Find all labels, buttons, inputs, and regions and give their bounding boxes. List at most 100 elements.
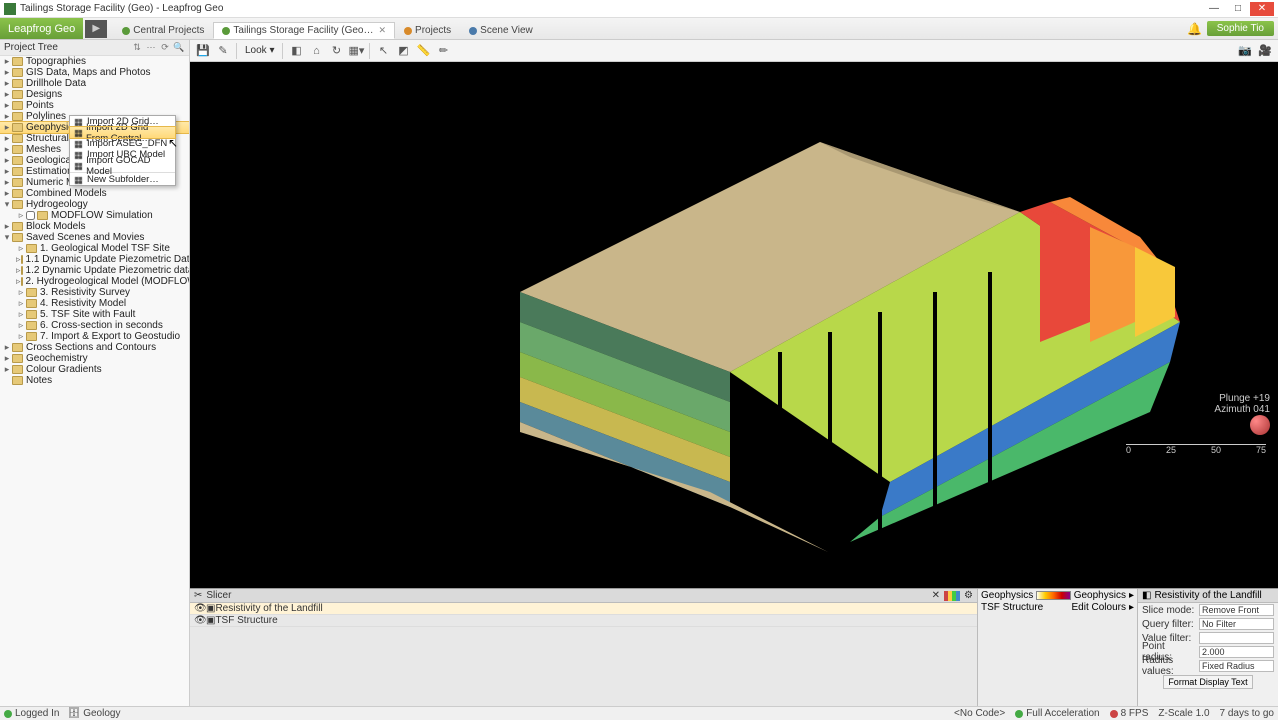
visibility-icon[interactable]: 👁 <box>194 603 206 614</box>
layer-icon: ▣ <box>206 603 215 614</box>
tree-tool-icon[interactable]: ⇅ <box>131 42 143 54</box>
slicer-icon[interactable]: ✂ <box>194 590 202 601</box>
rotate-icon[interactable]: ↻ <box>327 42 345 60</box>
tree-tool-icon[interactable]: ⋯ <box>145 42 157 54</box>
edit-colours-link[interactable]: Edit Colours <box>1072 602 1126 613</box>
tab-projects[interactable]: Projects <box>395 22 460 39</box>
close-icon[interactable]: ✕ <box>932 590 940 601</box>
tree-node[interactable]: ▸Points <box>0 100 189 111</box>
tree-node[interactable]: ▹4. Resistivity Model <box>0 298 189 309</box>
tree-node[interactable]: ▸Colour Gradients <box>0 364 189 375</box>
scale-tick: 50 <box>1211 445 1221 455</box>
plane-icon[interactable]: ◩ <box>394 42 412 60</box>
tree-node[interactable]: ▹2. Hydrogeological Model (MODFLOW) <box>0 276 189 287</box>
fps-label: 8 FPS <box>1121 708 1149 719</box>
tree-node[interactable]: ▹7. Import & Export to Geostudio <box>0 331 189 342</box>
save-icon[interactable]: 💾 <box>194 42 212 60</box>
pencil-icon[interactable]: ✏ <box>434 42 452 60</box>
colour-row[interactable]: TSF Structure Edit Colours ▸ <box>978 601 1137 613</box>
tree-node[interactable]: ▾Saved Scenes and Movies <box>0 232 189 243</box>
camera-icon[interactable]: 📷 <box>1236 42 1254 60</box>
tree-node[interactable]: ▸Geochemistry <box>0 353 189 364</box>
tab-close-icon[interactable]: ✕ <box>378 25 386 36</box>
tree-node[interactable]: Notes <box>0 375 189 386</box>
tree-node[interactable]: ▾Hydrogeology <box>0 199 189 210</box>
look-dropdown[interactable]: Look ▾ <box>241 45 278 56</box>
title-bar: Tailings Storage Facility (Geo) - Leapfr… <box>0 0 1278 18</box>
scene-row-label: Resistivity of the Landfill <box>215 603 322 614</box>
compass-ball-icon[interactable] <box>1250 415 1270 435</box>
ribbon-bar: Leapfrog Geo ▶ Central Projects Tailings… <box>0 18 1278 40</box>
chevron-icon[interactable]: ▸ <box>1129 590 1134 601</box>
brand-label[interactable]: Leapfrog Geo <box>0 18 83 39</box>
tab-central-projects[interactable]: Central Projects <box>113 22 213 39</box>
context-menu-item[interactable]: ▦Import GOCAD Model <box>70 160 175 171</box>
scene-row[interactable]: 👁 ▣ Resistivity of the Landfill <box>190 603 977 615</box>
tree-node[interactable]: ▸Designs <box>0 89 189 100</box>
db-icon: 🗄 <box>68 708 81 719</box>
cube-icon[interactable]: ◧ <box>287 42 305 60</box>
brush-icon[interactable]: ✎ <box>214 42 232 60</box>
prop-value[interactable]: Fixed Radius <box>1199 660 1274 672</box>
play-button[interactable]: ▶ <box>85 20 107 38</box>
prop-value[interactable]: Remove Front <box>1199 604 1274 616</box>
context-menu-item[interactable]: ▦Import 2D Grid From Central… <box>70 127 175 138</box>
tab-tailings[interactable]: Tailings Storage Facility (Geo…✕ <box>213 22 395 39</box>
palette-icon[interactable] <box>944 591 960 601</box>
context-menu: ▦Import 2D Grid…▦Import 2D Grid From Cen… <box>69 115 176 186</box>
days-label: 7 days to go <box>1220 708 1274 719</box>
grid-icon[interactable]: ▦▾ <box>347 42 365 60</box>
panel-header: Project Tree ⇅ ⋯ ⟳ 🔍 <box>0 40 189 56</box>
record-icon[interactable]: 🎥 <box>1256 42 1274 60</box>
cube-icon: ◧ <box>1142 590 1151 601</box>
tree-node[interactable]: ▸Drillhole Data <box>0 78 189 89</box>
scale-tick: 0 <box>1126 445 1131 455</box>
tree-node[interactable]: ▹6. Cross-section in seconds <box>0 320 189 331</box>
prop-value[interactable]: No Filter <box>1199 618 1274 630</box>
scale-bar: 0 25 50 75 <box>1126 444 1266 454</box>
3d-viewport[interactable]: Plunge +19 Azimuth 041 0 25 50 75 <box>190 62 1278 588</box>
maximize-button[interactable]: □ <box>1226 2 1250 16</box>
prop-value[interactable]: 2.000 <box>1199 646 1274 658</box>
scale-tick: 25 <box>1166 445 1176 455</box>
prop-label: Slice mode: <box>1142 605 1196 616</box>
tree-node[interactable]: ▸Block Models <box>0 221 189 232</box>
format-display-text-button[interactable]: Format Display Text <box>1163 675 1253 689</box>
colour-panel: Geophysics Geophysics ▸ TSF Structure Ed… <box>978 589 1138 706</box>
tree-node[interactable]: ▹3. Resistivity Survey <box>0 287 189 298</box>
zscale-label[interactable]: Z-Scale 1.0 <box>1158 708 1209 719</box>
accel-label: Full Acceleration <box>1026 708 1099 719</box>
home-view-icon[interactable]: ⌂ <box>307 42 325 60</box>
tree-node[interactable]: ▸Topographies <box>0 56 189 67</box>
notifications-icon[interactable]: 🔔 <box>1187 22 1203 36</box>
app-icon <box>4 3 16 15</box>
tree-node[interactable]: ▹MODFLOW Simulation <box>0 210 189 221</box>
tree-node[interactable]: ▹1. Geological Model TSF Site <box>0 243 189 254</box>
codes-label[interactable]: <No Code> <box>954 708 1005 719</box>
tab-scene-view[interactable]: Scene View <box>460 22 542 39</box>
colour-row[interactable]: Geophysics Geophysics ▸ <box>978 589 1137 601</box>
tree-node[interactable]: ▸Combined Models <box>0 188 189 199</box>
status-dot-icon <box>1110 710 1118 718</box>
orientation-readout: Plunge +19 Azimuth 041 <box>1214 393 1270 438</box>
search-icon[interactable]: 🔍 <box>173 42 185 54</box>
user-badge[interactable]: Sophie Tio <box>1207 21 1274 36</box>
gear-icon[interactable]: ⚙ <box>964 590 973 601</box>
measure-icon[interactable]: 📏 <box>414 42 432 60</box>
tree-node[interactable]: ▸GIS Data, Maps and Photos <box>0 67 189 78</box>
tree-node[interactable]: ▹1.2 Dynamic Update Piezometric data (po… <box>0 265 189 276</box>
gradient-swatch[interactable] <box>1036 591 1070 600</box>
minimize-button[interactable]: — <box>1202 2 1226 16</box>
pointer-icon[interactable]: ↖ <box>374 42 392 60</box>
chevron-icon[interactable]: ▸ <box>1129 602 1134 613</box>
tree-node[interactable]: ▸Cross Sections and Contours <box>0 342 189 353</box>
status-bar: Logged In 🗄Geology <No Code> Full Accele… <box>0 706 1278 720</box>
scene-row[interactable]: 👁 ▣ TSF Structure <box>190 615 977 627</box>
tree-node[interactable]: ▹5. TSF Site with Fault <box>0 309 189 320</box>
refresh-icon[interactable]: ⟳ <box>159 42 171 54</box>
prop-value[interactable] <box>1199 632 1274 644</box>
tree-node[interactable]: ▹1.1 Dynamic Update Piezometric Data <box>0 254 189 265</box>
tab-bar: Central Projects Tailings Storage Facili… <box>113 18 1186 39</box>
close-button[interactable]: ✕ <box>1250 2 1274 16</box>
visibility-icon[interactable]: 👁 <box>194 615 206 626</box>
